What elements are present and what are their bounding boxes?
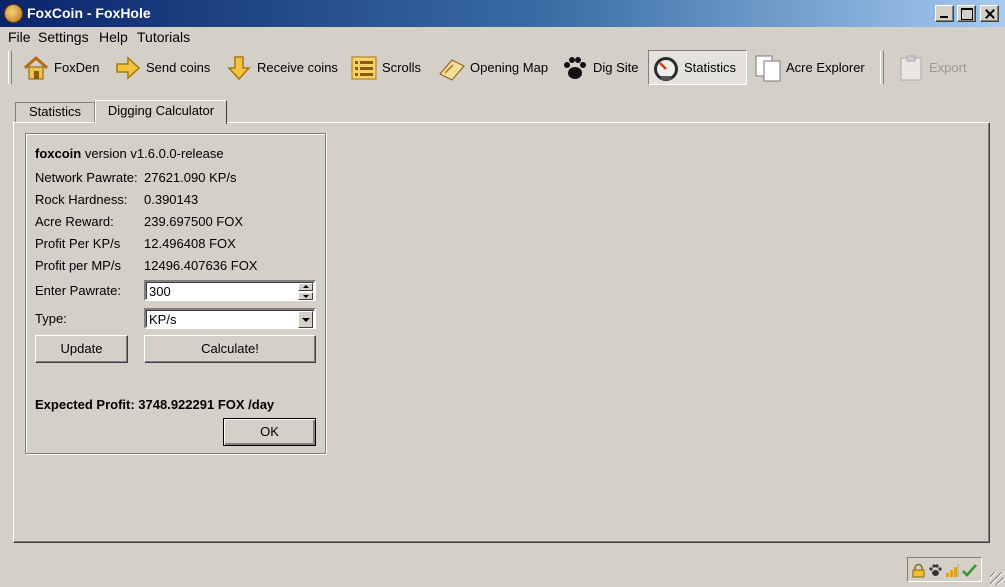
ok-button[interactable]: OK [223, 418, 316, 446]
title-bar: FoxCoin - FoxHole [0, 0, 1005, 27]
network-pawrate-label: Network Pawrate: [35, 170, 138, 185]
spin-up-arrow-icon[interactable] [298, 283, 313, 291]
profit-per-kps-label: Profit Per KP/s [35, 236, 121, 251]
toolbar-opening-map-button[interactable]: Opening Map [438, 50, 548, 85]
speedometer-icon [652, 54, 680, 82]
toolbar-statistics-label: Statistics [684, 60, 737, 75]
signal-bars-icon [945, 563, 960, 578]
paw-icon [561, 54, 589, 82]
version-value: v1.6.0.0-release [130, 146, 224, 161]
toolbar-export-label: Export [929, 60, 967, 75]
paw-icon [928, 563, 943, 578]
pawrate-spinbox[interactable]: 300 [144, 280, 316, 301]
foxcoin-logo-icon [4, 4, 23, 23]
map-icon [438, 54, 466, 82]
menu-settings[interactable]: Settings [38, 29, 89, 45]
type-label: Type: [35, 311, 67, 326]
calculate-button[interactable]: Calculate! [144, 335, 316, 363]
type-select[interactable]: KP/s [144, 308, 316, 329]
window-title: FoxCoin - FoxHole [27, 5, 151, 21]
version-label: version [84, 146, 127, 161]
toolbar-send-coins-label: Send coins [146, 60, 211, 75]
documents-icon [754, 54, 782, 82]
menu-help[interactable]: Help [99, 29, 128, 45]
network-pawrate-value: 27621.090 KP/s [144, 170, 237, 185]
menu-bar: File Settings Help Tutorials [0, 27, 1005, 47]
toolbar-statistics-button[interactable]: Statistics [648, 50, 747, 85]
toolbar-dig-site-button[interactable]: Dig Site [561, 50, 639, 85]
toolbar-scrolls-button[interactable]: Scrolls [350, 50, 421, 85]
toolbar-export-button[interactable]: Export [897, 50, 967, 85]
acre-reward-value: 239.697500 FOX [144, 214, 244, 229]
profit-per-mps-value: 12496.407636 FOX [144, 258, 258, 273]
toolbar-foxden-button[interactable]: FoxDen [22, 50, 100, 85]
toolbar-receive-coins-label: Receive coins [257, 60, 338, 75]
toolbar-dig-site-label: Dig Site [593, 60, 639, 75]
toolbar: FoxDen Send coins Receive coins Scrolls … [0, 47, 1005, 89]
rock-hardness-label: Rock Hardness: [35, 192, 128, 207]
toolbar-acre-explorer-button[interactable]: Acre Explorer [754, 50, 865, 85]
tab-statistics[interactable]: Statistics [15, 102, 95, 122]
toolbar-opening-map-label: Opening Map [470, 60, 549, 75]
close-button[interactable] [980, 5, 999, 22]
minimize-button[interactable] [935, 5, 954, 22]
arrow-down-icon [225, 54, 253, 82]
toolbar-receive-coins-button[interactable]: Receive coins [225, 50, 338, 85]
update-button[interactable]: Update [35, 335, 128, 363]
toolbar-scrolls-label: Scrolls [382, 60, 422, 75]
toolbar-grip[interactable] [8, 51, 12, 84]
list-icon [350, 54, 378, 82]
checkmark-icon [962, 563, 977, 578]
arrow-right-icon [114, 54, 142, 82]
pawrate-value[interactable]: 300 [149, 284, 171, 299]
spin-buttons [298, 283, 313, 300]
acre-reward-label: Acre Reward: [35, 214, 114, 229]
toolbar-grip[interactable] [880, 51, 884, 84]
profit-per-kps-value: 12.496408 FOX [144, 236, 236, 251]
menu-file[interactable]: File [8, 29, 31, 45]
expected-profit: Expected Profit: 3748.922291 FOX /day [35, 397, 275, 412]
clipboard-icon [897, 54, 925, 82]
version-line: foxcoin version v1.6.0.0-release [35, 146, 224, 161]
app-name: foxcoin [35, 146, 82, 161]
menu-tutorials[interactable]: Tutorials [137, 29, 190, 45]
chevron-down-icon[interactable] [298, 311, 313, 328]
lock-icon [911, 563, 926, 578]
toolbar-acre-explorer-label: Acre Explorer [786, 60, 865, 75]
maximize-button[interactable] [957, 5, 976, 22]
spin-down-arrow-icon[interactable] [298, 292, 313, 300]
size-grip[interactable] [990, 572, 1003, 585]
status-icons [907, 557, 982, 582]
profit-per-mps-label: Profit per MP/s [35, 258, 121, 273]
type-selected-value: KP/s [149, 312, 177, 327]
toolbar-foxden-label: FoxDen [54, 60, 100, 75]
toolbar-send-coins-button[interactable]: Send coins [114, 50, 210, 85]
pawrate-label: Enter Pawrate: [35, 283, 121, 298]
house-icon [22, 54, 50, 82]
rock-hardness-value: 0.390143 [144, 192, 199, 207]
tab-digging-calculator[interactable]: Digging Calculator [95, 100, 227, 124]
